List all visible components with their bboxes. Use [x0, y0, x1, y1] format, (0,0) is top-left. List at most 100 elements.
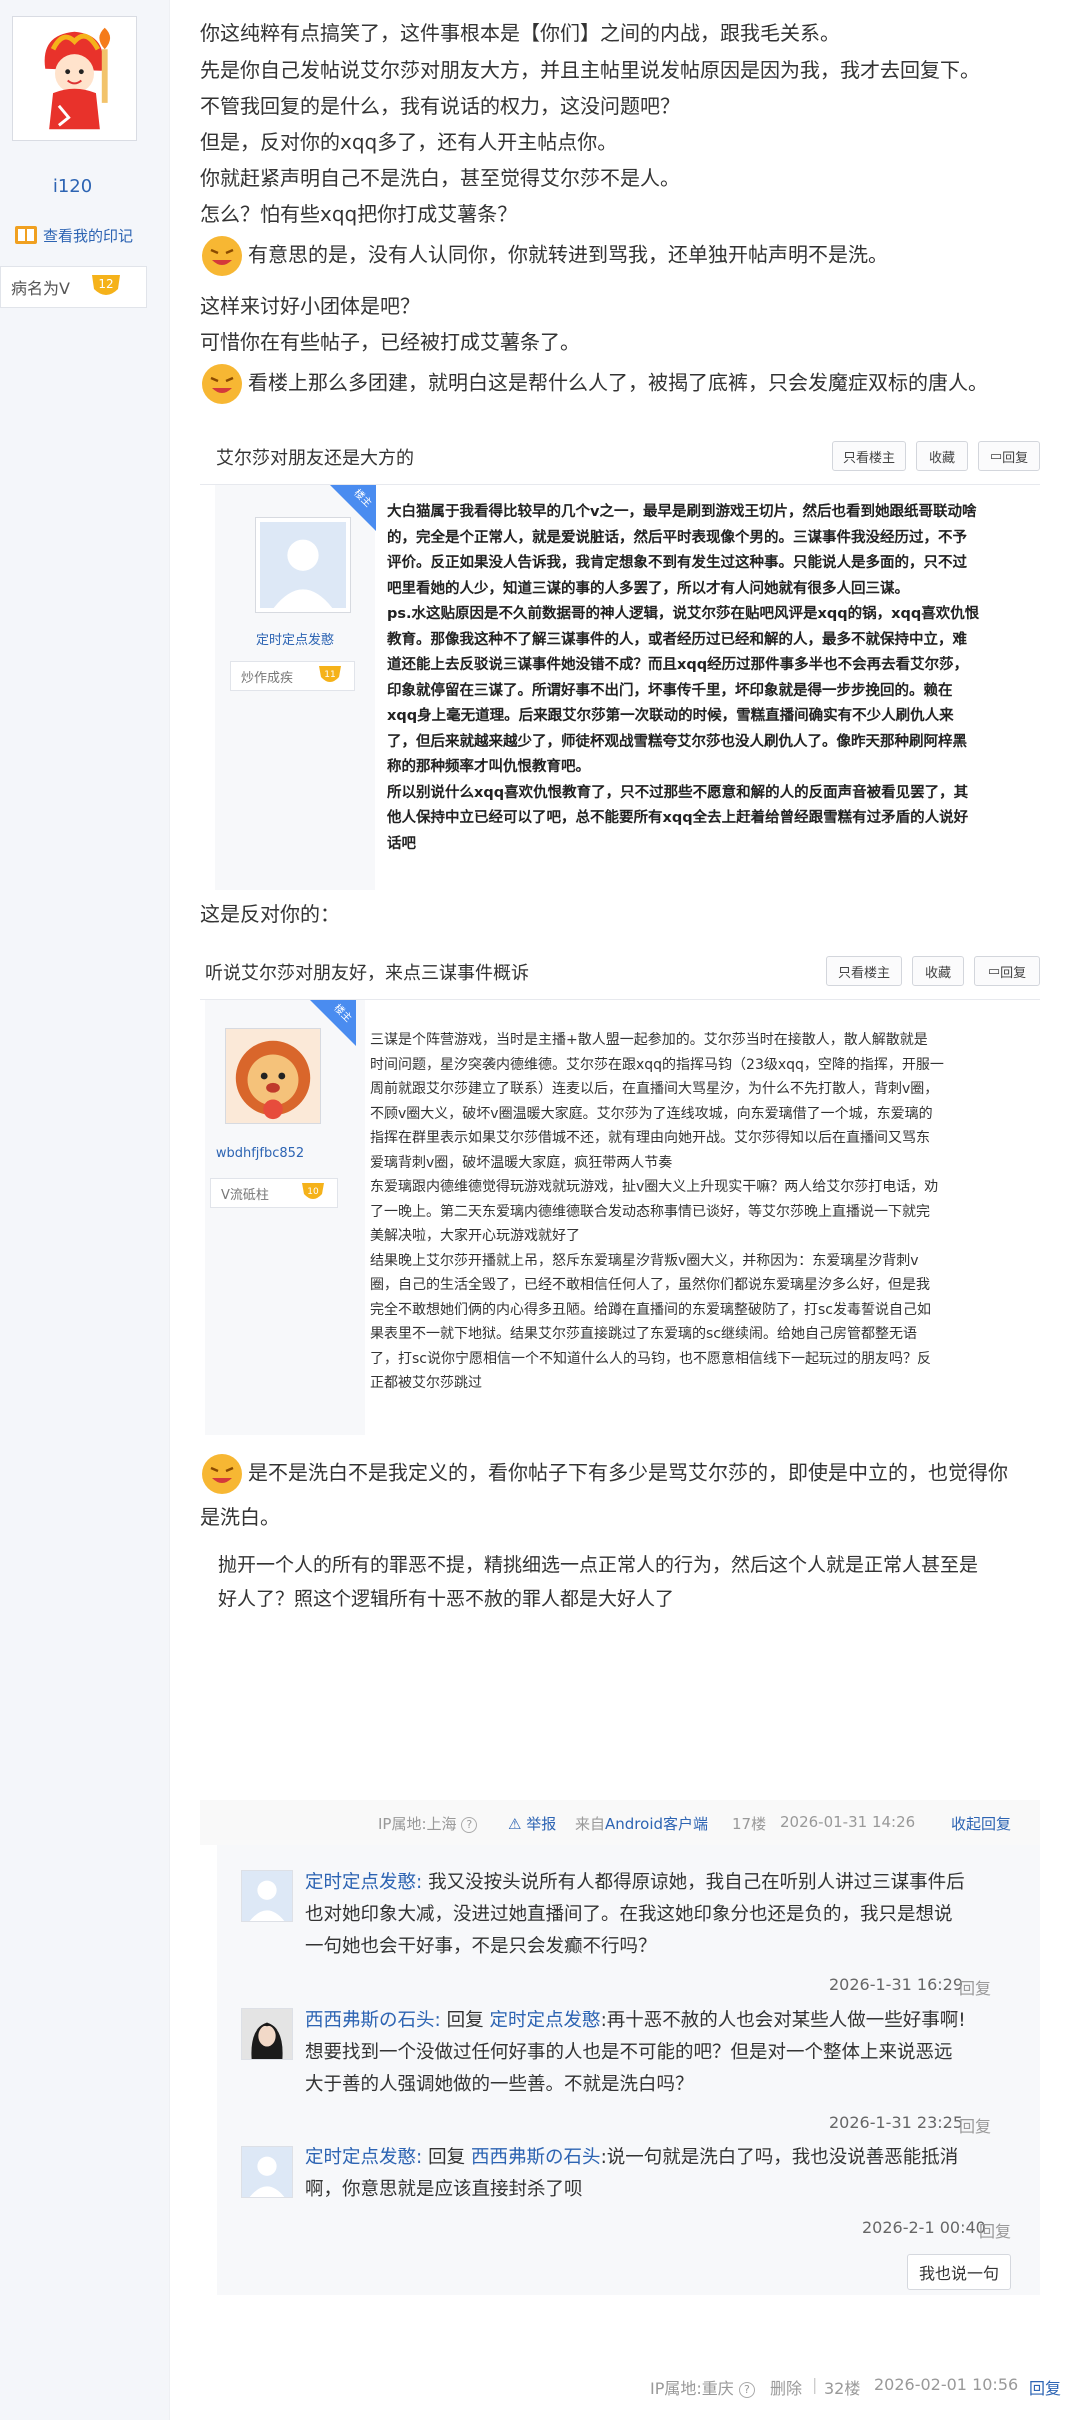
reply-target-user[interactable]: 定时定点发憨: [490, 2010, 601, 2031]
screenshot-author-panel: 定时定点发憨 炒作成疾 11: [215, 485, 375, 890]
footer-ip-location: IP属地:重庆 ?: [650, 2375, 755, 2399]
reply-link[interactable]: 回复: [979, 2218, 1011, 2242]
reply-time: 2026-1-31 23:25: [829, 2113, 963, 2132]
collapse-replies-link[interactable]: 收起回复: [951, 1813, 1011, 1834]
reply-link[interactable]: 回复: [959, 2113, 991, 2137]
favorite-button: 收藏: [912, 956, 964, 986]
post-paragraph: 但是，反对你的xqq多了，还有人开主帖点你。: [200, 130, 618, 154]
post-paragraph-with-emoji: 有意思的是，没有人认同你，你就转进到骂我，还单独开帖声明不是洗。: [200, 234, 888, 278]
reply-button-label: 回复: [1002, 450, 1029, 466]
help-icon[interactable]: ?: [738, 2382, 755, 2398]
reply-text: 想要找到一个没做过任何好事的人也是不可能的吧？但是对一个整体上来说恶远: [305, 2042, 953, 2063]
post-paragraph: 是洗白。: [200, 1505, 280, 1529]
reply-button-label: 回复: [1000, 965, 1027, 981]
reply-button: ▭ 回复: [978, 441, 1040, 471]
embedded-screenshot-2: 听说艾尔莎对朋友好，来点三谋事件概诉 只看楼主 收藏 ▭ 回复 wbdhfjfb…: [200, 945, 1040, 1435]
ip-location: IP属地:上海 ?: [378, 1813, 478, 1834]
reply-line: 西西弗斯の石头: 回复 定时定点发憨:再十恶不赦的人也会对某些人做一些好事啊!: [305, 2010, 966, 2031]
default-avatar-icon[interactable]: [241, 2146, 293, 2198]
lion-avatar-icon: [225, 1028, 321, 1124]
reply-text: 啊，你意思就是应该直接封杀了呗: [305, 2179, 583, 2200]
my-mark-link[interactable]: 查看我的印记: [13, 222, 133, 248]
ip-location-text: IP属地:上海: [378, 1815, 457, 1833]
page: i120 查看我的印记 病名为V 12 你这纯粹有点搞笑了，这件事根本是【你们】…: [0, 0, 1083, 2420]
client-link[interactable]: Android客户端: [605, 1815, 708, 1833]
post-paragraph-with-emoji: 是不是洗白不是我定义的，看你帖子下有多少是骂艾尔莎的，即使是中立的，也觉得你: [200, 1452, 1008, 1496]
reply-user[interactable]: 西西弗斯の石头: [305, 2010, 435, 2031]
reply-target-user[interactable]: 西西弗斯の石头: [471, 2147, 601, 2168]
level-badge-icon: 12: [91, 275, 120, 295]
reply-text: :再十恶不赦的人也会对某些人做一些好事啊!: [600, 2010, 966, 2031]
author-sidebar: i120 查看我的印记 病名为V 12: [0, 0, 170, 2420]
default-avatar-icon: [255, 517, 351, 613]
post-meta-bar: IP属地:上海 ? ⚠ 举报 来自Android客户端 17楼 2026-01-…: [200, 1800, 1040, 1845]
quote-line: 抛开一个人的所有的罪恶不提，精挑细选一点正常人的行为，然后这个人就是正常人甚至是: [218, 1554, 979, 1576]
laughing-emoji-icon: [202, 364, 242, 404]
reply-text: 大于善的人强调她做的一些善。不就是洗白吗？: [305, 2074, 694, 2095]
delete-link[interactable]: 删除: [770, 2375, 802, 2399]
username[interactable]: i120: [0, 176, 145, 197]
rank-badge[interactable]: 病名为V 12: [0, 266, 147, 308]
footer-floor: 32楼: [824, 2379, 861, 2398]
reply-text: :说一句就是洗白了吗，我也没说善恶能抵消: [600, 2147, 959, 2168]
screenshot-header: 听说艾尔莎对朋友好，来点三谋事件概诉 只看楼主 收藏 ▭ 回复: [200, 945, 1040, 1000]
client-source: 来自Android客户端: [575, 1815, 709, 1833]
post-paragraph: 这样来讨好小团体是吧？: [200, 294, 420, 318]
fuwa-mascot-avatar-icon: [16, 20, 133, 137]
post-paragraph: 你这纯粹有点搞笑了，这件事根本是【你们】之间的内战，跟我毛关系。: [200, 21, 840, 45]
post-paragraph: 你就赶紧声明自己不是洗白，甚至觉得艾尔莎不是人。: [200, 166, 680, 190]
post-paragraph: 怎么？怕有些xqq把你打成艾薯条？: [200, 202, 518, 226]
post-paragraph: 不管我回复的是什么，我有说话的权力，这没问题吧？: [200, 94, 680, 118]
screenshot-author-name: wbdhfjfbc852: [215, 1146, 305, 1161]
screenshot-rank: 炒作成疾 11: [230, 661, 355, 691]
help-icon[interactable]: ?: [461, 1817, 478, 1833]
screenshot-rank-title: 炒作成疾: [241, 670, 294, 686]
footer-time: 2026-02-01 10:56: [874, 2375, 1019, 2394]
footer-reply-link[interactable]: 回复: [1029, 2375, 1061, 2399]
post-paragraph: 可惜你在有些帖子，已经被打成艾薯条了。: [200, 330, 580, 354]
post-paragraph: 是不是洗白不是我定义的，看你帖子下有多少是骂艾尔莎的，即使是中立的，也觉得你: [248, 1460, 1008, 1485]
reply-line: 定时定点发憨: 我又没按头说所有人都得原谅她，我自己在听别人讲过三谋事件后: [305, 1872, 965, 1893]
level-badge-icon: 10: [302, 1183, 324, 1199]
avatar[interactable]: [12, 16, 137, 141]
only-owner-button: 只看楼主: [832, 441, 906, 471]
add-reply-button[interactable]: 我也说一句: [907, 2254, 1011, 2290]
level-number: 12: [98, 277, 113, 291]
embedded-screenshot-1: 艾尔莎对朋友还是大方的 只看楼主 收藏 ▭ 回复 定时定点发憨 炒作成疾 11 …: [200, 430, 1040, 890]
post-time: 2026-01-31 14:26: [780, 1813, 916, 1831]
screenshot-rank: V流砥柱 10: [210, 1178, 338, 1208]
report-label[interactable]: 举报: [526, 1815, 556, 1833]
owner-ribbon-icon: 楼主: [330, 485, 376, 531]
screenshot-author-panel: wbdhfjfbc852 V流砥柱 10: [205, 1000, 365, 1435]
user-photo-avatar[interactable]: [241, 2008, 293, 2060]
reply-word: 回复: [428, 2147, 466, 2168]
quote-line: 好人了？照这个逻辑所有十恶不赦的罪人都是大好人了: [218, 1588, 675, 1610]
reply-user[interactable]: 定时定点发憨: [305, 1872, 416, 1893]
rank-title: 病名为V: [11, 279, 70, 298]
screenshot-level-number: 10: [307, 1187, 319, 1197]
level-badge-icon: 11: [319, 666, 341, 682]
footer-meta-bar: IP属地:重庆 ? 删除 | 32楼 2026-02-01 10:56 回复: [650, 2375, 1062, 2399]
my-mark-label[interactable]: 查看我的印记: [43, 225, 133, 246]
screenshot-rank-title: V流砥柱: [221, 1187, 269, 1203]
reply-time: 2026-1-31 16:29: [829, 1975, 963, 1994]
screenshot-author-name: 定时定点发憨: [255, 633, 334, 648]
laughing-emoji-icon: [202, 236, 242, 276]
post-paragraph: 先是你自己发帖说艾尔莎对朋友大方，并且主帖里说发帖原因是因为我，我才去回复下。: [200, 58, 980, 82]
screenshot-title: 艾尔莎对朋友还是大方的: [216, 448, 414, 469]
report-link[interactable]: ⚠ 举报: [508, 1813, 556, 1834]
reply-word: 回复: [446, 2010, 484, 2031]
screenshot-body: 大白猫属于我看得比较早的几个v之一，最早是刷到游戏王切片，然后也看到她跟纸哥联动…: [387, 504, 980, 852]
floor-number: 17楼: [732, 1815, 767, 1833]
owner-ribbon-icon: 楼主: [310, 1000, 356, 1046]
screenshot-title: 听说艾尔莎对朋友好，来点三谋事件概诉: [205, 963, 529, 984]
mark-book-icon: [15, 226, 37, 244]
favorite-button: 收藏: [916, 441, 968, 471]
post-paragraph: 这是反对你的：: [200, 902, 340, 926]
screenshot-header: 艾尔莎对朋友还是大方的 只看楼主 收藏 ▭ 回复: [200, 430, 1040, 485]
laughing-emoji-icon: [202, 1454, 242, 1494]
reply-user[interactable]: 定时定点发憨: [305, 2147, 416, 2168]
default-avatar-icon[interactable]: [241, 1870, 293, 1922]
reply-button: ▭ 回复: [974, 956, 1040, 986]
reply-link[interactable]: 回复: [959, 1975, 991, 1999]
